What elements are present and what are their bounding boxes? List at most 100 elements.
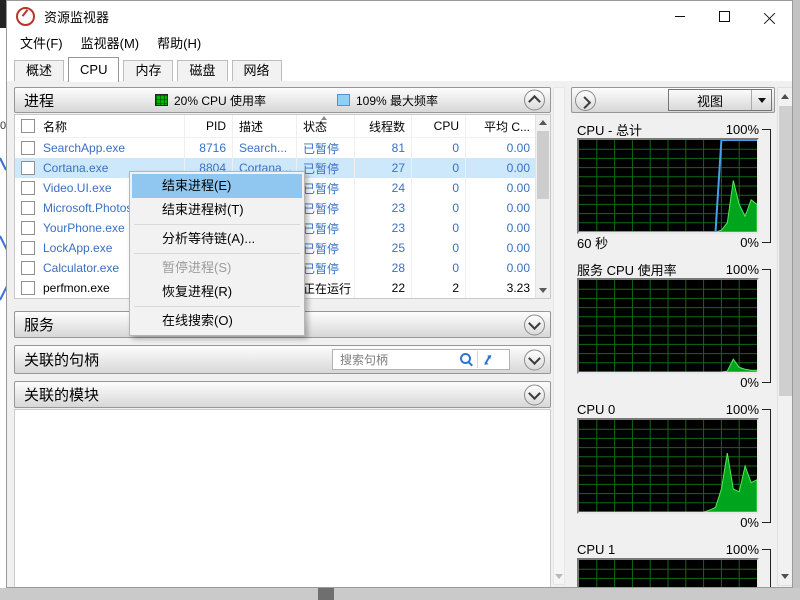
max-frequency-legend-icon [337, 94, 350, 106]
search-icon[interactable] [460, 353, 471, 364]
tab-memory[interactable]: 内存 [123, 60, 174, 81]
process-section-header[interactable]: 进程 20% CPU 使用率 109% 最大频率 [14, 87, 551, 113]
row-checkbox[interactable] [21, 281, 35, 295]
ctx-item-suspend-process[interactable]: 暂停进程(S) [132, 256, 302, 280]
graph-plot [577, 138, 759, 234]
process-section-title: 进程 [24, 92, 55, 110]
cell-status-value: 已暂停 [303, 161, 340, 176]
row-checkbox[interactable] [21, 161, 35, 175]
row-checkbox[interactable] [21, 221, 35, 235]
cell-cpu: 0 [412, 218, 466, 238]
ctx-item-resume-process[interactable]: 恢复进程(R) [132, 280, 302, 304]
handles-section-header[interactable]: 关联的句柄 [14, 345, 551, 374]
row-checkbox[interactable] [21, 181, 35, 195]
menubar-item-help[interactable]: 帮助(H) [148, 31, 210, 54]
row-checkbox[interactable] [21, 141, 35, 155]
modules-expand-button[interactable] [524, 384, 545, 405]
cell-name-value: LockApp.exe [43, 241, 113, 255]
chevron-down-icon [528, 351, 541, 365]
cell-cpu: 0 [412, 158, 466, 178]
graph-labels: CPU 1 100% [577, 540, 759, 558]
row-checkbox[interactable] [21, 261, 35, 275]
column-cpu[interactable]: CPU [412, 115, 466, 137]
panel-collapse-button[interactable] [575, 89, 596, 111]
cell-status-value: 已暂停 [303, 261, 340, 276]
cell-status: 已暂停 [297, 258, 355, 278]
minimize-button[interactable] [657, 1, 702, 31]
cpu-usage-legend-icon [155, 94, 168, 106]
scroll-down-icon[interactable] [781, 574, 789, 579]
tabbar: 概述 CPU 内存 磁盘 网络 [7, 54, 792, 82]
row-checkbox[interactable] [21, 241, 35, 255]
sort-ascending-icon [321, 116, 327, 120]
scrollbar-thumb[interactable] [537, 131, 549, 199]
tab-disk[interactable]: 磁盘 [177, 60, 228, 81]
max-frequency-legend-label: 109% 最大频率 [356, 93, 439, 108]
graph-max-label: 100% [725, 121, 759, 137]
graph-title: CPU - 总计 [577, 122, 643, 138]
cell-avg-value: 0.00 [506, 181, 530, 195]
handle-search-input[interactable] [338, 351, 458, 368]
cell-status: 已暂停 [297, 138, 355, 158]
menu-separator [134, 306, 300, 307]
cell-cpu-value: 0 [452, 161, 459, 175]
column-pid-label: PID [205, 119, 226, 133]
scrollbar-thumb[interactable] [779, 106, 792, 396]
tab-overview[interactable]: 概述 [14, 60, 65, 81]
chevron-down-icon [528, 386, 541, 400]
modules-section-title: 关联的模块 [24, 387, 100, 404]
view-button[interactable]: 视图 [668, 89, 772, 111]
process-table-header: 名称 PID 描述 状态 线程数 CPU 平均 C... [15, 115, 550, 138]
cell-cpu: 0 [412, 198, 466, 218]
column-status[interactable]: 状态 [297, 115, 355, 137]
cell-avg-value: 0.00 [506, 141, 530, 155]
graph-min-label: 0% [740, 235, 759, 250]
close-button[interactable] [747, 1, 792, 31]
maximize-button[interactable] [702, 1, 747, 31]
table-row[interactable]: SearchApp.exe 8716 Search... 已暂停 81 0 0.00 [15, 138, 550, 158]
view-dropdown-button[interactable] [751, 90, 771, 110]
cell-status: 已暂停 [297, 158, 355, 178]
graph-cpu-total: CPU - 总计 100% 60 秒 0% [571, 120, 775, 251]
process-table-scrollbar[interactable] [535, 115, 550, 298]
column-desc[interactable]: 描述 [233, 115, 297, 137]
column-avg[interactable]: 平均 C... [466, 115, 536, 137]
chevron-down-icon [528, 316, 541, 330]
cell-cpu: 0 [412, 238, 466, 258]
handles-expand-button[interactable] [524, 349, 545, 370]
left-panel-scrollbar[interactable] [553, 87, 565, 585]
process-collapse-button[interactable] [524, 89, 545, 111]
cell-status-value: 已暂停 [303, 181, 340, 196]
scroll-down-icon[interactable] [555, 574, 563, 579]
cell-threads: 28 [355, 258, 412, 278]
scroll-up-icon[interactable] [539, 120, 547, 125]
row-checkbox[interactable] [21, 201, 35, 215]
scroll-up-icon[interactable] [781, 94, 789, 99]
modules-section-header[interactable]: 关联的模块 [14, 381, 551, 408]
column-threads[interactable]: 线程数 [355, 115, 412, 137]
menubar-item-file[interactable]: 文件(F) [11, 31, 72, 54]
ctx-item-end-process-tree[interactable]: 结束进程树(T) [132, 198, 302, 222]
cell-name: SearchApp.exe [15, 138, 185, 158]
ctx-item-search-online[interactable]: 在线搜索(O) [132, 309, 302, 333]
cell-threads-value: 27 [391, 161, 405, 175]
cell-cpu-value: 0 [452, 261, 459, 275]
maximize-icon [719, 10, 730, 22]
graphs-panel-scrollbar[interactable] [777, 87, 792, 586]
ctx-item-end-process[interactable]: 结束进程(E) [132, 174, 302, 198]
menu-separator [134, 224, 300, 225]
menubar-item-monitor[interactable]: 监视器(M) [72, 31, 149, 54]
cell-avg: 0.00 [466, 218, 536, 238]
column-name[interactable]: 名称 [15, 115, 185, 137]
column-pid[interactable]: PID [185, 115, 233, 137]
ctx-item-analyze-wait-chain[interactable]: 分析等待链(A)... [132, 227, 302, 251]
cell-status: 已暂停 [297, 198, 355, 218]
cell-avg-value: 0.00 [506, 201, 530, 215]
tab-cpu[interactable]: CPU [68, 57, 120, 82]
services-expand-button[interactable] [524, 314, 545, 335]
select-all-checkbox[interactable] [21, 119, 35, 133]
refresh-search-icon[interactable] [481, 353, 495, 367]
cell-cpu: 0 [412, 138, 466, 158]
tab-network[interactable]: 网络 [231, 60, 282, 81]
scroll-down-icon[interactable] [539, 288, 547, 293]
